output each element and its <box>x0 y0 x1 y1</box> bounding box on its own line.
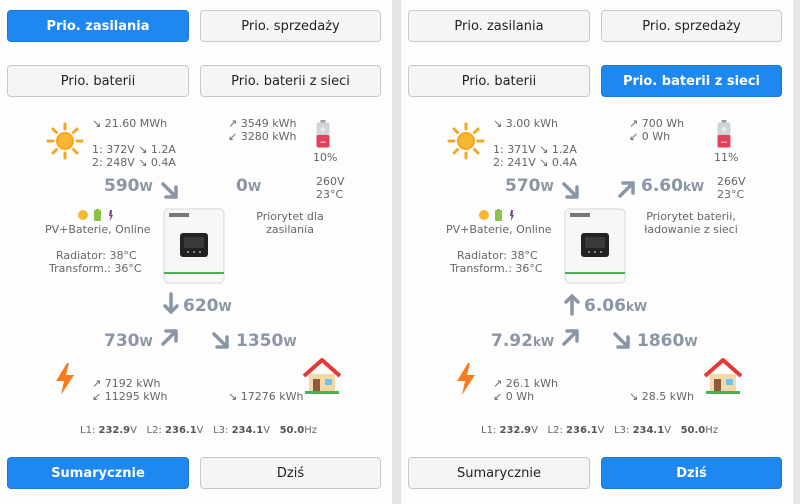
arrow-up-right-icon <box>618 181 635 198</box>
arrow-up-right-icon <box>161 329 178 346</box>
status-icons <box>479 209 514 221</box>
today-button[interactable]: Dziś <box>200 457 381 489</box>
battery-power: 0W <box>236 176 262 196</box>
arrow-vertical-icon <box>163 292 179 314</box>
home-energy: ↘ 17276 kWh <box>228 390 304 403</box>
battery-voltage: 260V <box>316 175 345 188</box>
home-power: 1860W <box>637 331 698 351</box>
solar-string-1: 1: 371V ↘ 1.2A <box>493 143 577 156</box>
prio-sale-button[interactable]: Prio. sprzedaży <box>200 10 381 42</box>
grid-bolt-icon <box>457 363 475 395</box>
battery-energy-in: ↗ 700 Wh <box>629 117 685 130</box>
battery-power: 6.60kW <box>641 176 705 196</box>
prio-battery-button[interactable]: Prio. baterii <box>7 65 189 97</box>
grid-energy-out: ↙ 0 Wh <box>493 390 535 403</box>
battery-low-icon: + − <box>316 120 330 148</box>
svg-text:−: − <box>319 138 327 148</box>
priority-line-1: Priorytet baterii, <box>646 210 736 223</box>
prio-battery-grid-button[interactable]: Prio. baterii z sieci <box>200 65 381 97</box>
arrow-down-right-icon <box>212 332 229 349</box>
priority-line-2: ładowanie z sieci <box>644 223 738 236</box>
svg-text:+: + <box>720 125 728 135</box>
home-power: 1350W <box>236 331 297 351</box>
grid-bolt-icon <box>56 363 74 395</box>
today-button[interactable]: Dziś <box>601 457 782 489</box>
solar-string-2: 2: 248V ↘ 0.4A <box>92 156 176 169</box>
prio-battery-button[interactable]: Prio. baterii <box>408 65 590 97</box>
solar-energy-total: ↘ 21.60 MWh <box>92 117 168 130</box>
arrow-down-right-icon <box>161 182 178 199</box>
battery-voltage: 266V <box>717 175 746 188</box>
solar-energy-total: ↘ 3.00 kWh <box>493 117 558 130</box>
inverter-panel-right: Prio. zasilania Prio. sprzedaży Prio. ba… <box>401 0 793 504</box>
battery-energy-out: ↙ 0 Wh <box>629 130 671 143</box>
prio-sale-button[interactable]: Prio. sprzedaży <box>601 10 782 42</box>
prio-supply-button[interactable]: Prio. zasilania <box>408 10 590 42</box>
svg-text:+: + <box>319 125 327 135</box>
grid-energy-in: ↗ 7192 kWh <box>92 377 161 390</box>
inverter-flow: 620W <box>183 296 232 316</box>
status-mode: PV+Baterie, Online <box>45 223 151 236</box>
solar-power: 570W <box>505 176 554 196</box>
priority-line-2: zasilania <box>266 223 314 236</box>
prio-supply-button[interactable]: Prio. zasilania <box>7 10 189 42</box>
inverter-icon <box>564 208 626 284</box>
priority-line-1: Priorytet dla <box>256 210 324 223</box>
solar-string-2: 2: 241V ↘ 0.4A <box>493 156 577 169</box>
phase-voltages: L1: 232.9V L2: 236.1V L3: 234.1V 50.0Hz <box>481 425 719 436</box>
arrow-down-right-icon <box>613 332 630 349</box>
arrow-down-right-icon <box>562 182 579 199</box>
sun-icon <box>447 122 485 160</box>
solar-string-1: 1: 372V ↘ 1.2A <box>92 143 176 156</box>
inverter-icon <box>163 208 225 284</box>
solar-power: 590W <box>104 176 153 196</box>
radiator-temp: Radiator: 38°C <box>56 249 137 262</box>
grid-energy-out: ↙ 11295 kWh <box>92 390 168 403</box>
summary-button[interactable]: Sumarycznie <box>7 457 189 489</box>
battery-low-icon: + − <box>717 120 731 148</box>
prio-battery-grid-button[interactable]: Prio. baterii z sieci <box>601 65 782 97</box>
battery-temperature: 23°C <box>316 188 344 201</box>
arrow-vertical-icon <box>564 294 580 316</box>
inverter-panel-left: Prio. zasilania Prio. sprzedaży Prio. ba… <box>0 0 392 504</box>
phase-voltages: L1: 232.9V L2: 236.1V L3: 234.1V 50.0Hz <box>80 425 318 436</box>
inverter-flow: 6.06kW <box>584 296 648 316</box>
grid-power: 730W <box>104 331 153 351</box>
battery-energy-in: ↗ 3549 kWh <box>228 117 297 130</box>
battery-temperature: 23°C <box>717 188 745 201</box>
status-mode: PV+Baterie, Online <box>446 223 552 236</box>
summary-button[interactable]: Sumarycznie <box>408 457 590 489</box>
svg-text:−: − <box>720 138 728 148</box>
grid-power: 7.92kW <box>491 331 555 351</box>
transformer-temp: Transform.: 36°C <box>450 262 543 275</box>
battery-soc: 11% <box>714 151 739 164</box>
radiator-temp: Radiator: 38°C <box>457 249 538 262</box>
house-icon <box>704 358 742 394</box>
status-icons <box>78 209 113 221</box>
home-energy: ↘ 28.5 kWh <box>629 390 694 403</box>
house-icon <box>303 358 341 394</box>
sun-icon <box>46 122 84 160</box>
battery-energy-out: ↙ 3280 kWh <box>228 130 297 143</box>
transformer-temp: Transform.: 36°C <box>49 262 142 275</box>
arrow-up-right-icon <box>562 329 579 346</box>
battery-soc: 10% <box>313 151 338 164</box>
grid-energy-in: ↗ 26.1 kWh <box>493 377 558 390</box>
